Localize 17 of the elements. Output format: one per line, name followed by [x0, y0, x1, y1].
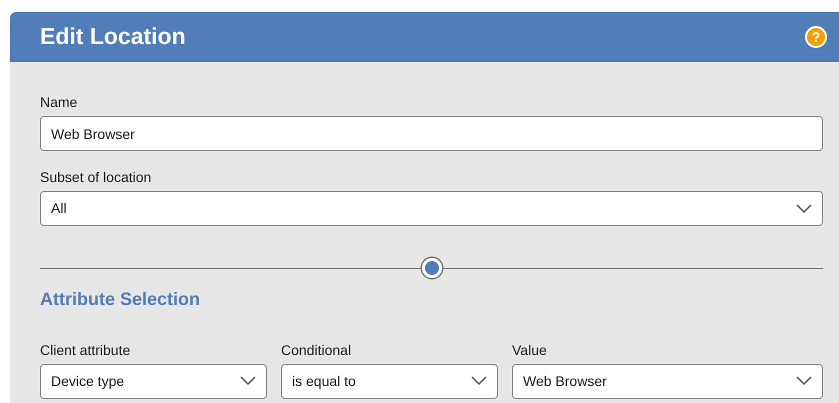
field-label: Client attribute: [40, 340, 132, 360]
field-label: Value: [512, 340, 548, 360]
divider-dot: [422, 258, 442, 278]
dropdown[interactable]: Web Browser: [512, 364, 823, 399]
section-heading: Attribute Selection: [40, 289, 202, 311]
dropdown[interactable]: is equal to: [281, 364, 498, 399]
chevron-down-icon: [471, 376, 487, 386]
chevron-down-icon: [796, 204, 812, 214]
chevron-down-icon: [240, 376, 256, 386]
field-label: Subset of location: [40, 168, 152, 187]
field-label: Name: [40, 93, 78, 112]
dropdown[interactable]: Device type: [40, 364, 267, 399]
name-field[interactable]: Web Browser: [40, 116, 823, 151]
chevron-down-icon: [796, 376, 812, 386]
field-label: Conditional: [281, 340, 352, 360]
dropdown[interactable]: All: [40, 191, 823, 226]
dialog-title: Edit Location: [40, 23, 186, 51]
